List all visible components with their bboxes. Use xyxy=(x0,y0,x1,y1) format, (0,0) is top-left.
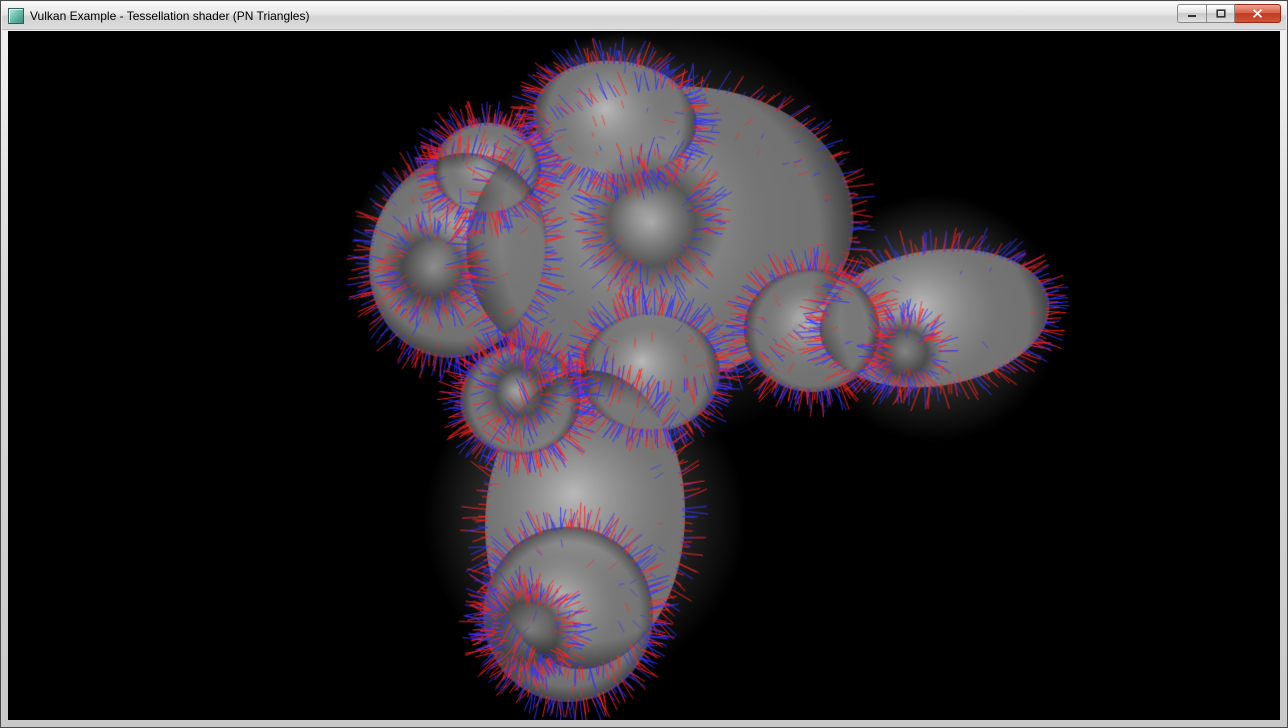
close-button[interactable] xyxy=(1235,4,1281,23)
minimize-button[interactable] xyxy=(1177,4,1206,23)
client-area xyxy=(8,31,1280,720)
render-viewport[interactable] xyxy=(8,31,1280,720)
close-icon xyxy=(1252,9,1263,18)
titlebar[interactable]: Vulkan Example - Tessellation shader (PN… xyxy=(2,2,1286,30)
window-title: Vulkan Example - Tessellation shader (PN… xyxy=(30,9,309,23)
maximize-button[interactable] xyxy=(1206,4,1235,23)
app-icon[interactable] xyxy=(8,8,24,24)
window-controls xyxy=(1177,4,1281,23)
app-window: Vulkan Example - Tessellation shader (PN… xyxy=(0,0,1288,728)
minimize-icon xyxy=(1187,9,1197,18)
maximize-icon xyxy=(1216,9,1226,18)
